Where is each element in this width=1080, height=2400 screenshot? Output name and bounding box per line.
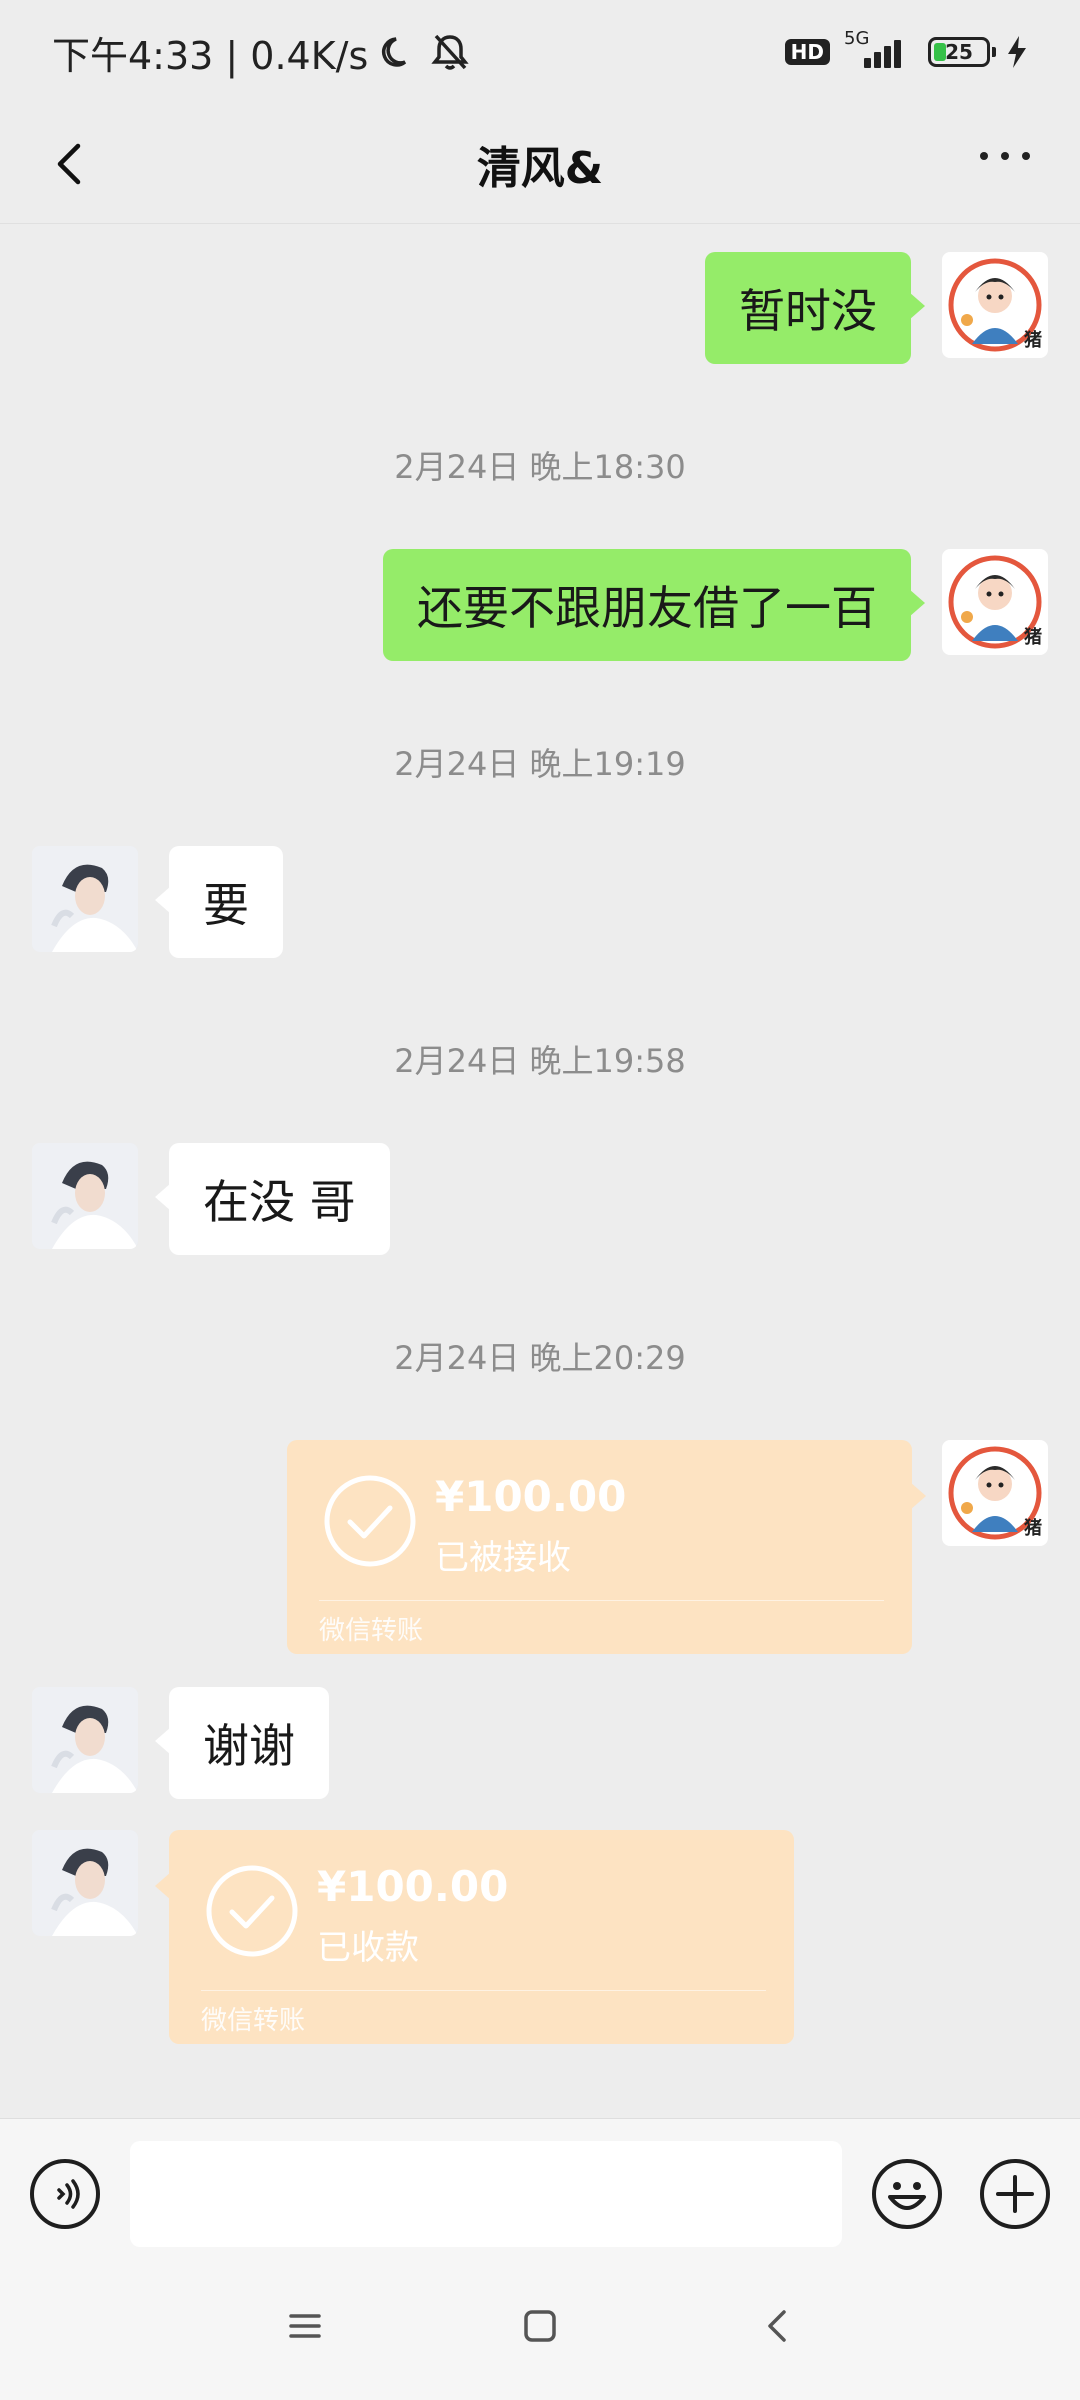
chat-title: 清风&: [476, 142, 604, 194]
transfer-status: 已被接收: [435, 1538, 571, 1578]
transfer-amount: ¥100.00: [317, 1862, 509, 1911]
avatar-badge: 猪: [1024, 330, 1042, 351]
transfer-source: 微信转账: [201, 2006, 306, 2036]
hd-badge: HD: [784, 39, 830, 65]
battery-level: 25: [945, 40, 973, 64]
text-bubble[interactable]: 暂时没: [705, 252, 925, 364]
status-time-speed: 下午4:33 | 0.4K/s: [52, 33, 369, 78]
transfer-card[interactable]: ¥100.00 已被接收 微信转账: [287, 1440, 926, 1654]
transfer-amount: ¥100.00: [435, 1472, 627, 1521]
status-bar: 下午4:33 | 0.4K/s HD 5G 25: [0, 0, 1080, 104]
avatar[interactable]: [32, 1143, 138, 1249]
avatar[interactable]: [32, 1830, 138, 1936]
status-left: 下午4:33 | 0.4K/s: [52, 25, 472, 80]
message-text: 在没 哥: [203, 1175, 356, 1229]
input-bar: [0, 2118, 1080, 2254]
avatar[interactable]: [32, 1687, 138, 1793]
transfer-status: 已收款: [317, 1928, 419, 1968]
message-text: 暂时没: [739, 284, 877, 338]
avatar-badge: 猪: [1024, 1518, 1042, 1539]
avatar-badge: 猪: [1024, 627, 1042, 648]
mute-bell-icon: [431, 34, 469, 70]
message-text: 要: [203, 878, 249, 932]
other-avatar-image: [32, 1687, 138, 1793]
transfer-divider: [201, 1990, 766, 1991]
text-bubble[interactable]: 在没 哥: [155, 1143, 390, 1255]
text-bubble[interactable]: 要: [155, 846, 283, 958]
avatar[interactable]: 猪: [942, 252, 1048, 358]
message-other: ¥100.00 已收款 微信转账: [0, 1830, 1080, 2044]
text-bubble[interactable]: 谢谢: [155, 1687, 329, 1799]
transfer-card[interactable]: ¥100.00 已收款 微信转账: [155, 1830, 794, 2044]
moon-icon: [382, 37, 407, 67]
timestamp: 2月24日 晚上18:30: [394, 448, 686, 486]
home-icon[interactable]: [520, 2306, 560, 2346]
back-icon[interactable]: [758, 2306, 798, 2346]
more-dots-icon[interactable]: [980, 152, 1030, 160]
message-text: 谢谢: [203, 1719, 295, 1773]
transfer-divider: [319, 1600, 884, 1601]
plus-icon[interactable]: [978, 2157, 1052, 2231]
avatar[interactable]: 猪: [942, 1440, 1048, 1546]
message-self: 暂时没 猪: [0, 252, 1080, 364]
message-other: 在没 哥: [0, 1143, 1080, 1255]
message-other: 谢谢: [0, 1687, 1080, 1799]
chevron-left-icon[interactable]: [42, 134, 102, 194]
other-avatar-image: [32, 846, 138, 952]
message-input[interactable]: [130, 2141, 842, 2247]
timestamp: 2月24日 晚上19:58: [394, 1042, 686, 1080]
check-circle-icon: [324, 1475, 416, 1567]
check-circle-icon: [206, 1865, 298, 1957]
text-bubble[interactable]: 还要不跟朋友借了一百: [383, 549, 925, 661]
system-nav-bar: [0, 2254, 1080, 2400]
other-avatar-image: [32, 1143, 138, 1249]
message-self: 还要不跟朋友借了一百 猪: [0, 549, 1080, 661]
timestamp: 2月24日 晚上20:29: [394, 1339, 686, 1377]
other-avatar-image: [32, 1830, 138, 1936]
charging-bolt-icon: [1008, 36, 1026, 68]
emoji-icon[interactable]: [870, 2157, 944, 2231]
chat-header: 清风&: [0, 104, 1080, 224]
signal-icon: 5G: [844, 28, 914, 72]
message-other: 要: [0, 846, 1080, 958]
transfer-source: 微信转账: [319, 1616, 424, 1646]
voice-icon[interactable]: [28, 2157, 102, 2231]
avatar[interactable]: [32, 846, 138, 952]
menu-icon[interactable]: [285, 2306, 325, 2346]
battery-icon: 25: [928, 37, 996, 67]
avatar[interactable]: 猪: [942, 549, 1048, 655]
message-text: 还要不跟朋友借了一百: [417, 581, 877, 635]
status-right: HD 5G 25: [784, 28, 1030, 72]
timestamp: 2月24日 晚上19:19: [394, 745, 686, 783]
message-self: ¥100.00 已被接收 微信转账 猪: [0, 1440, 1080, 1654]
